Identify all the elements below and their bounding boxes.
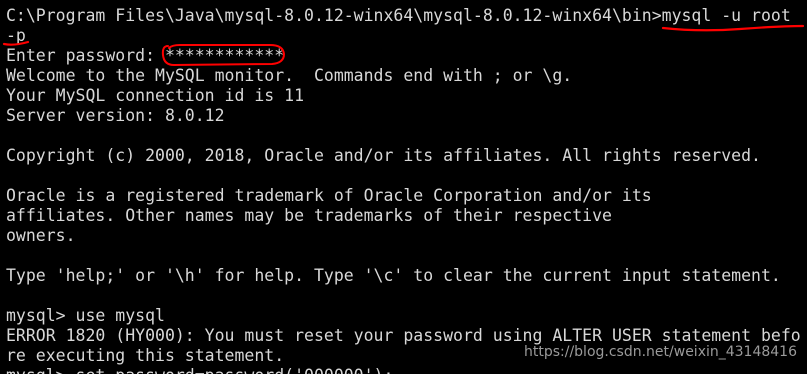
console-window[interactable]: C:\Program Files\Java\mysql-8.0.12-winx6… [0, 0, 807, 374]
terminal-line: Oracle is a registered trademark of Orac… [6, 186, 652, 205]
terminal-line: Your MySQL connection id is 11 [6, 86, 305, 105]
watermark: https://blog.csdn.net/weixin_43148416 [523, 344, 797, 360]
terminal-line: affiliates. Other names may be trademark… [6, 206, 612, 225]
terminal-line-error-cont: re executing this statement. [6, 346, 285, 365]
terminal-line-error: ERROR 1820 (HY000): You must reset your … [6, 326, 801, 345]
terminal-line-password: Enter password: ************ [6, 46, 285, 65]
terminal-line: Server version: 8.0.12 [6, 106, 225, 125]
terminal-line: Type 'help;' or '\h' for help. Type '\c'… [6, 266, 781, 285]
terminal-line-prompt: mysql> set password=password('000000'); [6, 366, 393, 374]
terminal-line: mysql> use mysql [6, 306, 165, 325]
terminal-line-command: C:\Program Files\Java\mysql-8.0.12-winx6… [6, 6, 791, 25]
terminal-line: Welcome to the MySQL monitor. Commands e… [6, 66, 573, 85]
terminal-line: Copyright (c) 2000, 2018, Oracle and/or … [6, 146, 761, 165]
terminal-line: owners. [6, 226, 76, 245]
terminal-line-command-cont: -p [6, 26, 26, 45]
